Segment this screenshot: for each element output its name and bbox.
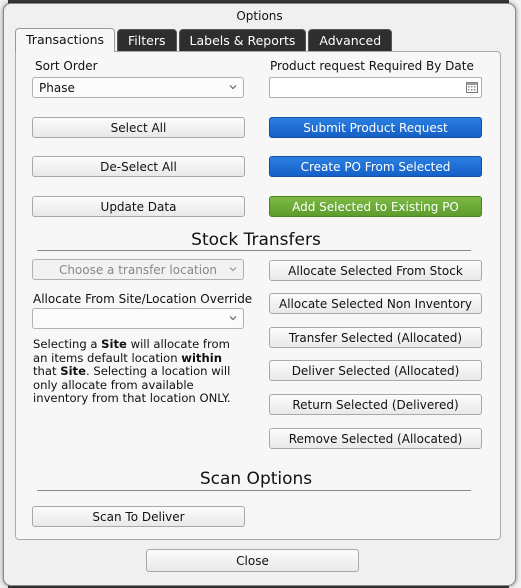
submit-product-request-button[interactable]: Submit Product Request (269, 117, 482, 138)
tab-transactions[interactable]: Transactions (15, 28, 116, 52)
tab-labels-reports[interactable]: Labels & Reports (178, 29, 307, 51)
close-button[interactable]: Close (146, 549, 359, 572)
transactions-panel: Sort Order Phase Product request Require… (15, 51, 501, 540)
transfer-location-select[interactable]: Choose a transfer location (32, 259, 244, 280)
deliver-selected-button[interactable]: Deliver Selected (Allocated) (269, 360, 482, 381)
create-po-button[interactable]: Create PO From Selected (269, 156, 482, 177)
chevron-down-icon (229, 316, 237, 321)
chevron-down-icon (229, 267, 237, 272)
transfer-selected-button[interactable]: Transfer Selected (Allocated) (269, 327, 482, 348)
chevron-down-icon (229, 85, 237, 90)
scan-to-deliver-button[interactable]: Scan To Deliver (32, 506, 245, 527)
override-label: Allocate From Site/Location Override (33, 292, 253, 306)
scan-options-divider (37, 490, 471, 491)
calendar-icon[interactable] (466, 81, 478, 93)
stock-transfers-heading: Stock Transfers (191, 230, 321, 250)
tab-bar: Transactions Filters Labels & Reports Ad… (15, 28, 394, 52)
options-dialog: Options Transactions Filters Labels & Re… (3, 3, 516, 586)
allocate-from-stock-button[interactable]: Allocate Selected From Stock (269, 260, 482, 281)
dialog-title: Options (236, 9, 283, 23)
update-data-button[interactable]: Update Data (32, 196, 245, 217)
remove-selected-button[interactable]: Remove Selected (Allocated) (269, 428, 482, 449)
sort-order-select[interactable]: Phase (32, 77, 244, 98)
sort-order-label: Sort Order (35, 59, 98, 73)
scan-options-heading: Scan Options (199, 469, 313, 489)
tab-advanced[interactable]: Advanced (308, 29, 393, 51)
allocation-description: Selecting a Site will allocate from an i… (33, 337, 231, 406)
deselect-all-button[interactable]: De-Select All (32, 156, 245, 177)
required-by-date-label: Product request Required By Date (270, 59, 474, 73)
required-by-date-field[interactable] (269, 77, 482, 98)
allocate-non-inventory-button[interactable]: Allocate Selected Non Inventory (269, 293, 482, 314)
sort-order-value: Phase (39, 80, 75, 95)
tab-filters[interactable]: Filters (117, 29, 177, 51)
return-selected-button[interactable]: Return Selected (Delivered) (269, 394, 482, 415)
add-to-existing-po-button[interactable]: Add Selected to Existing PO (269, 196, 482, 217)
select-all-button[interactable]: Select All (32, 117, 245, 138)
transfer-location-placeholder: Choose a transfer location (58, 262, 218, 277)
override-select[interactable] (32, 308, 244, 329)
stock-transfers-divider (37, 250, 471, 251)
